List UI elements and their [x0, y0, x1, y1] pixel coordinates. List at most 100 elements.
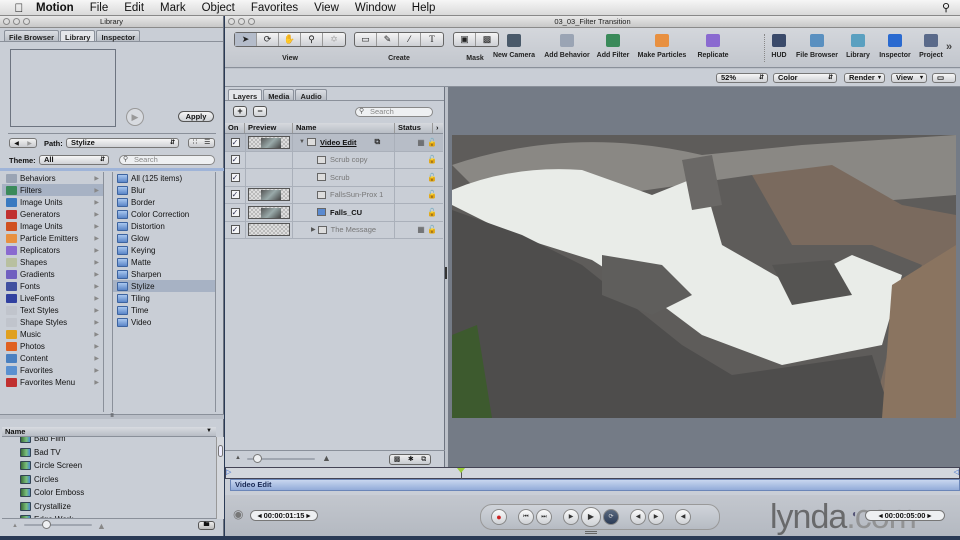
category-item[interactable]: Behaviors ▶ — [2, 172, 103, 184]
play-button[interactable]: ▶ — [581, 507, 601, 527]
lock-icon[interactable]: 🔓 — [427, 225, 437, 234]
slider-knob[interactable] — [253, 454, 262, 463]
audio-button[interactable]: ◀ — [675, 509, 691, 525]
previous-frame-button[interactable]: ◀ — [630, 509, 646, 525]
layer-row[interactable]: ✓ FallsSun-Prox 1 🔓 — [225, 186, 443, 204]
add-layer-button[interactable]: + — [233, 106, 247, 117]
view-popup[interactable]: View ▾ — [891, 73, 927, 83]
menu-object[interactable]: Object — [194, 2, 243, 14]
menu-favorites[interactable]: Favorites — [243, 2, 306, 14]
layer-enable-checkbox[interactable]: ✓ — [230, 155, 240, 165]
play-from-start-button[interactable]: ▶ — [563, 509, 579, 525]
go-to-end-button[interactable]: ⏭ — [536, 509, 552, 525]
item-list-scrollbar[interactable] — [216, 437, 224, 519]
tab-library[interactable]: Library — [60, 30, 96, 42]
menu-window[interactable]: Window — [347, 2, 404, 14]
timeline-ruler[interactable]: ▷ ◁ — [225, 467, 960, 479]
subfolder-item[interactable]: Blur — [113, 184, 215, 196]
back-arrow-icon[interactable]: ◀ — [14, 140, 19, 147]
group-type-icon[interactable]: ⧉ — [375, 137, 381, 147]
new-group-icon[interactable]: ⧉ — [421, 455, 426, 464]
tab-layers[interactable]: Layers — [228, 89, 263, 101]
col-status[interactable]: Status — [395, 123, 433, 133]
library-item[interactable]: Edge Work — [2, 513, 216, 518]
subfolder-item[interactable]: Stylize — [113, 280, 215, 292]
panel-splitter[interactable] — [585, 531, 597, 534]
layer-enable-checkbox[interactable]: ✓ — [230, 172, 240, 182]
menu-file[interactable]: File — [82, 2, 117, 14]
layer-row[interactable]: ✓ ▶ The Message ▦ 🔓 — [225, 221, 443, 239]
subfolder-item[interactable]: Border — [113, 196, 215, 208]
tab-media[interactable]: Media — [263, 89, 295, 101]
menu-help[interactable]: Help — [404, 2, 444, 14]
menu-view[interactable]: View — [306, 2, 347, 14]
rect-mask-icon[interactable]: ▣ — [454, 33, 476, 46]
layers-search-input[interactable]: ⚲ Search — [355, 107, 433, 117]
col-on[interactable]: On — [225, 123, 245, 133]
category-item[interactable]: Image Units ▶ — [2, 220, 103, 232]
subfolder-item[interactable]: Video — [113, 316, 215, 328]
remove-layer-button[interactable]: − — [253, 106, 267, 117]
lock-icon[interactable]: 🔓 — [427, 155, 437, 164]
zoom-window-icon[interactable] — [23, 18, 30, 25]
subfolder-item[interactable]: Sharpen — [113, 268, 215, 280]
new-folder-button[interactable]: 🖿 — [198, 521, 215, 530]
minimize-window-icon[interactable] — [13, 18, 20, 25]
toolbar-project-button[interactable]: Project — [918, 34, 944, 59]
category-item[interactable]: Text Styles ▶ — [2, 304, 103, 316]
category-item[interactable]: Shapes ▶ — [2, 256, 103, 268]
category-item[interactable]: Fonts ▶ — [2, 280, 103, 292]
expand-columns-icon[interactable]: › — [433, 123, 443, 133]
canvas-area[interactable] — [445, 87, 960, 467]
toolbar-new-camera-button[interactable]: New Camera — [491, 34, 537, 59]
subfolder-item[interactable]: Color Correction — [113, 208, 215, 220]
apply-button[interactable]: Apply — [178, 111, 214, 122]
lock-icon[interactable]: 🔓 — [427, 190, 437, 199]
image-mask-icon[interactable]: ▩ — [394, 455, 401, 464]
canvas-image-waterfall[interactable] — [452, 135, 956, 418]
subfolder-item[interactable]: Tiling — [113, 292, 215, 304]
duration-field[interactable]: ◂ 00:00:05:00 ▸ — [865, 510, 945, 521]
toolbar-hud-button[interactable]: HUD — [767, 34, 791, 59]
lock-icon[interactable]: 🔓 — [427, 208, 437, 217]
select-arrow-icon[interactable]: ➤ — [235, 33, 257, 46]
toolbar-add-filter-button[interactable]: Add Filter — [595, 34, 631, 59]
pane-splitter[interactable]: ≡ — [0, 413, 224, 419]
layer-row[interactable]: ✓ Scrub copy 🔓 — [225, 151, 443, 169]
lock-icon[interactable]: 🔓 — [427, 138, 437, 147]
toolbar-replicate-button[interactable]: Replicate — [694, 34, 732, 59]
isolate-icon[interactable]: ▦ — [417, 225, 425, 234]
current-time-field[interactable]: ◂ 00:00:01:15 ▸ — [250, 510, 318, 521]
pan-hand-icon[interactable]: ✋ — [279, 33, 301, 46]
path-popup[interactable]: Stylize ⇵ — [66, 138, 179, 148]
panel-resize-handle[interactable] — [445, 267, 447, 279]
toolbar-inspector-button[interactable]: Inspector — [876, 34, 914, 59]
settings-gear-icon[interactable]: ✱ — [408, 455, 414, 464]
paint-stroke-icon[interactable]: ⁄ — [399, 33, 421, 46]
col-name[interactable]: Name — [293, 123, 395, 133]
category-item[interactable]: Gradients ▶ — [2, 268, 103, 280]
rectangle-icon[interactable]: ▭ — [355, 33, 377, 46]
timecode-format-icon[interactable]: ◉ — [233, 507, 243, 521]
library-item[interactable]: Color Emboss — [2, 486, 216, 500]
category-item[interactable]: LiveFonts ▶ — [2, 292, 103, 304]
zoom-magnifier-icon[interactable]: ⚲ — [301, 33, 323, 46]
in-point-icon[interactable]: ▷ — [226, 468, 231, 476]
tab-file-browser[interactable]: File Browser — [4, 30, 60, 42]
menu-mark[interactable]: Mark — [152, 2, 194, 14]
layer-enable-checkbox[interactable]: ✓ — [230, 190, 240, 200]
category-item[interactable]: Replicators ▶ — [2, 244, 103, 256]
timeline-track[interactable]: Video Edit — [230, 479, 960, 491]
adjust-3d-icon[interactable]: ⟳ — [257, 33, 279, 46]
walk-camera-icon[interactable]: ✡ — [323, 33, 345, 46]
bezier-icon[interactable]: ✎ — [377, 33, 399, 46]
forward-arrow-icon[interactable]: ▶ — [27, 140, 32, 147]
spotlight-search-icon[interactable]: ⚲ — [942, 1, 950, 14]
scrollbar-thumb[interactable] — [218, 445, 223, 457]
slider-knob[interactable] — [42, 520, 51, 529]
view-mode-buttons[interactable]: ∷ ☰ — [188, 138, 215, 148]
category-item[interactable]: Filters ▶ — [2, 184, 103, 196]
library-item[interactable]: Circle Screen — [2, 459, 216, 473]
isolate-icon[interactable]: ▦ — [417, 138, 425, 147]
icon-view-icon[interactable]: ∷ — [193, 139, 197, 147]
